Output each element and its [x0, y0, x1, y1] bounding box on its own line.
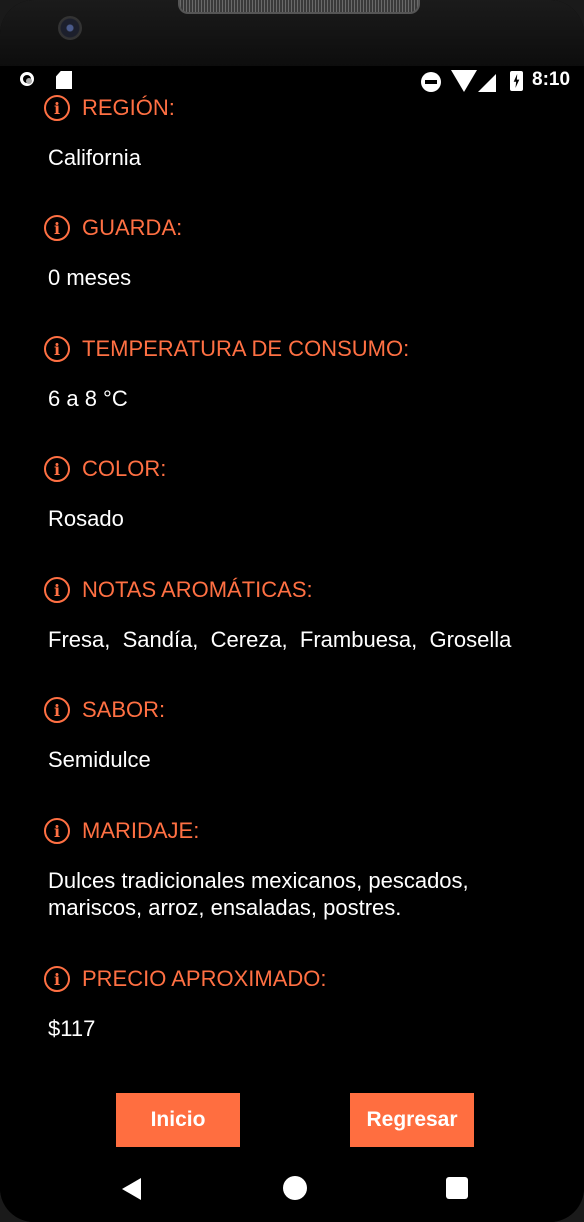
nav-home-icon[interactable]: [283, 1176, 307, 1200]
info-icon[interactable]: i: [44, 336, 70, 362]
detail-region: i REGIÓN: California: [44, 92, 564, 171]
detail-label: REGIÓN:: [82, 95, 175, 120]
info-icon[interactable]: i: [44, 95, 70, 121]
front-camera: [58, 16, 82, 40]
system-nav-bar: [0, 1160, 584, 1222]
info-icon[interactable]: i: [44, 697, 70, 723]
detail-label: SABOR:: [82, 697, 166, 722]
detail-value: California: [48, 145, 141, 170]
wifi-icon: [451, 70, 477, 92]
info-icon[interactable]: i: [44, 818, 70, 844]
info-icon[interactable]: i: [44, 577, 70, 603]
phone-device: 8:10 i REGIÓN: California i GUARDA: 0 mese…: [0, 0, 584, 1222]
home-button[interactable]: Inicio: [116, 1093, 240, 1147]
detail-value: $117: [48, 1016, 96, 1041]
record-indicator-icon: [20, 72, 34, 86]
detail-label: TEMPERATURA DE CONSUMO:: [82, 336, 410, 361]
detail-label: COLOR:: [82, 456, 167, 481]
back-button[interactable]: Regresar: [350, 1093, 474, 1147]
detail-label: NOTAS AROMÁTICAS:: [82, 577, 313, 602]
detail-precio: i PRECIO APROXIMADO: $117: [44, 963, 564, 1042]
sd-card-icon: [56, 71, 72, 89]
nav-recent-apps-icon[interactable]: [446, 1177, 468, 1199]
info-icon[interactable]: i: [44, 456, 70, 482]
detail-value: 0 meses: [48, 265, 132, 290]
detail-sabor: i SABOR: Semidulce: [44, 694, 564, 773]
clock-time: 8:10: [532, 69, 571, 90]
speaker-grille: [178, 0, 420, 14]
detail-temperatura: i TEMPERATURA DE CONSUMO: 6 a 8 °C: [44, 333, 564, 412]
detail-label: MARIDAJE:: [82, 818, 200, 843]
detail-value: Dulces tradicionales mexicanos, pescados…: [48, 868, 469, 920]
cell-signal-icon: [478, 74, 496, 92]
detail-value: 6 a 8 °C: [48, 386, 128, 411]
battery-charging-icon: [510, 71, 523, 91]
info-icon[interactable]: i: [44, 966, 70, 992]
detail-label: PRECIO APROXIMADO:: [82, 966, 327, 991]
detail-color: i COLOR: Rosado: [44, 453, 564, 532]
detail-value: Fresa, Sandía, Cereza, Frambuesa, Grosel…: [48, 627, 512, 652]
detail-maridaje: i MARIDAJE: Dulces tradicionales mexicano…: [44, 815, 564, 921]
info-icon[interactable]: i: [44, 215, 70, 241]
detail-value: Rosado: [48, 506, 124, 531]
nav-back-icon[interactable]: [122, 1178, 141, 1200]
detail-guarda: i GUARDA: 0 meses: [44, 212, 564, 291]
detail-notas: i NOTAS AROMÁTICAS: Fresa, Sandía, Cereza…: [44, 574, 564, 653]
do-not-disturb-icon: [421, 72, 441, 92]
detail-value: Semidulce: [48, 747, 151, 772]
phone-top-bezel: [0, 0, 584, 66]
detail-label: GUARDA:: [82, 215, 183, 240]
